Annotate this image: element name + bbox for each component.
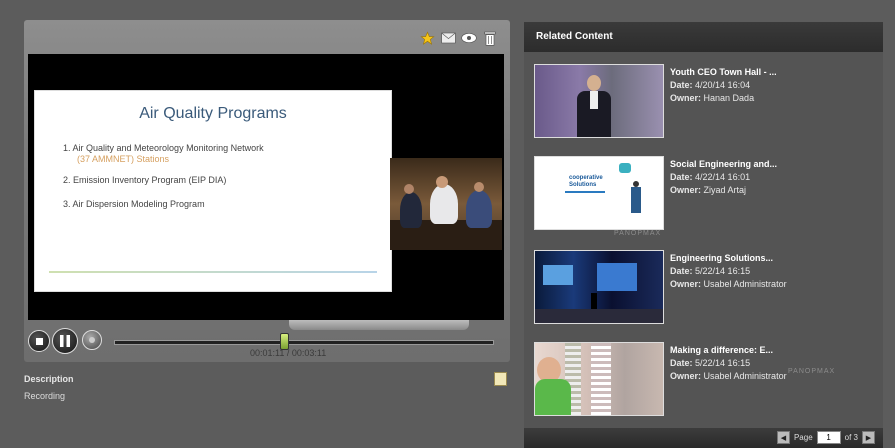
seek-bar[interactable] [114, 340, 494, 345]
related-date: 5/22/14 16:15 [695, 266, 751, 276]
owner-label: Owner: [670, 279, 702, 289]
record-button[interactable] [82, 330, 102, 350]
description-text: Recording [24, 391, 66, 401]
prev-arrow-icon: ◀ [780, 434, 787, 442]
star-icon[interactable] [419, 30, 435, 46]
page-label: Page [793, 433, 813, 442]
related-owner: Usabel Administrator [703, 371, 787, 381]
presentation-slide: Air Quality Programs 1. Air Quality and … [34, 90, 392, 292]
record-icon [89, 337, 95, 343]
related-thumbnail[interactable] [534, 342, 664, 416]
trash-icon[interactable] [482, 30, 498, 46]
date-label: Date: [670, 80, 693, 90]
related-owner: Usabel Administrator [703, 279, 787, 289]
slide-item: (37 AMMNET) Stations [77, 154, 170, 164]
note-icon[interactable] [494, 372, 507, 386]
slide-item: 3. Air Dispersion Modeling Program [63, 199, 205, 209]
related-item[interactable]: Making a difference: E... Date: 5/22/14 … [534, 342, 874, 418]
related-title[interactable]: Social Engineering and... [670, 158, 777, 171]
owner-label: Owner: [670, 93, 702, 103]
date-label: Date: [670, 358, 693, 368]
date-label: Date: [670, 172, 693, 182]
mail-icon[interactable] [440, 30, 456, 46]
date-label: Date: [670, 266, 693, 276]
owner-label: Owner: [670, 185, 702, 195]
related-thumbnail[interactable] [534, 250, 664, 324]
page-of-label: of 3 [844, 433, 858, 442]
related-thumbnail[interactable]: cooperative Solutions [534, 156, 664, 230]
related-item[interactable]: Engineering Solutions... Date: 5/22/14 1… [534, 250, 874, 326]
timecode: 00:01:11 / 00:03:11 [250, 348, 327, 358]
slide-title: Air Quality Programs [139, 105, 287, 122]
page-number-input[interactable] [816, 431, 841, 444]
player-toolbar [419, 26, 498, 50]
next-arrow-icon: ▶ [865, 434, 872, 442]
related-info: Engineering Solutions... Date: 5/22/14 1… [670, 252, 787, 291]
next-page-button[interactable]: ▶ [862, 431, 875, 444]
related-info: Making a difference: E... Date: 5/22/14 … [670, 344, 787, 383]
pause-icon [60, 335, 70, 347]
related-item[interactable]: cooperative Solutions Social Engineering … [534, 156, 874, 237]
speaker-camera-feed [390, 158, 502, 250]
related-date: 4/22/14 16:01 [695, 172, 751, 182]
related-owner: Ziyad Artaj [703, 185, 747, 195]
related-header: Related Content [524, 22, 883, 52]
related-info: Social Engineering and... Date: 4/22/14 … [670, 158, 777, 197]
related-item[interactable]: Youth CEO Town Hall - ... Date: 4/20/14 … [534, 64, 874, 140]
related-date: 4/20/14 16:04 [695, 80, 751, 90]
related-title[interactable]: Engineering Solutions... [670, 252, 787, 265]
embed-icon[interactable] [461, 30, 477, 46]
pager-controls: ◀ Page of 3 ▶ [776, 431, 875, 444]
related-owner: Hanan Dada [703, 93, 755, 103]
prev-page-button[interactable]: ◀ [776, 431, 790, 444]
video-player: Air Quality Programs 1. Air Quality and … [24, 20, 510, 362]
pager: ◀ Page of 3 ▶ [524, 428, 883, 448]
pause-button[interactable] [52, 328, 78, 354]
related-thumbnail[interactable] [534, 64, 664, 138]
related-content-panel: Related Content Youth CEO Town Hall - ..… [524, 22, 883, 448]
slide-divider [49, 271, 377, 273]
slide-item: 1. Air Quality and Meteorology Monitorin… [63, 143, 264, 153]
related-title[interactable]: Youth CEO Town Hall - ... [670, 66, 777, 79]
stop-button[interactable] [28, 330, 50, 352]
related-title[interactable]: Making a difference: E... [670, 344, 787, 357]
slide-item: 2. Emission Inventory Program (EIP DIA) [63, 175, 227, 185]
watermark: PANOPMAX [788, 368, 836, 375]
video-frame[interactable]: Air Quality Programs 1. Air Quality and … [28, 54, 504, 320]
player-controls: 00:01:11 / 00:03:11 [28, 328, 506, 358]
stop-icon [35, 337, 43, 345]
watermark: PANOPMAX [614, 230, 662, 237]
related-date: 5/22/14 16:15 [695, 358, 751, 368]
owner-label: Owner: [670, 371, 702, 381]
related-info: Youth CEO Town Hall - ... Date: 4/20/14 … [670, 66, 777, 105]
description-label: Description [24, 374, 74, 384]
